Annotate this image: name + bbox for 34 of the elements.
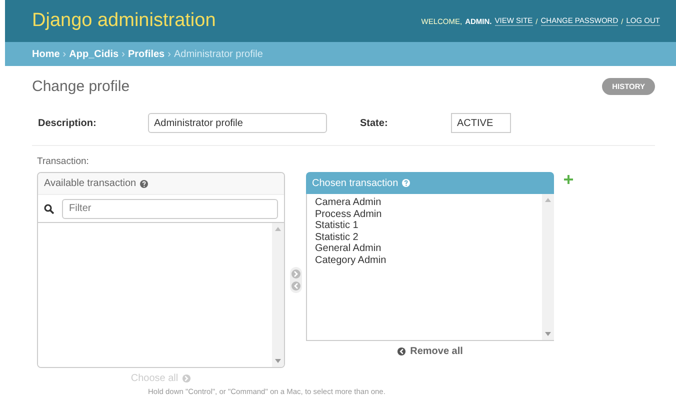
list-option[interactable]: Camera Admin (315, 197, 534, 208)
add-arrow-icon[interactable] (290, 269, 300, 279)
list-option[interactable]: Category Admin (315, 254, 534, 266)
scroll-down-icon[interactable] (545, 332, 551, 336)
panel-title: Chosen transaction (312, 178, 398, 188)
panel-title: Available transaction (44, 178, 136, 189)
scrollbar[interactable] (542, 194, 554, 340)
list-option[interactable]: Statistic 2 (315, 232, 534, 243)
search-icon (44, 204, 54, 214)
breadcrumb-separator: › (122, 48, 125, 60)
chosen-list[interactable]: Camera Admin Process Admin Statistic 1 Statistic 2 General Admin Category Admin (306, 194, 554, 341)
help-icon (140, 180, 148, 188)
filter-field[interactable]: Filter (62, 198, 278, 218)
remove-all-link[interactable]: Remove all (397, 346, 463, 357)
scroll-up-icon[interactable] (275, 227, 281, 231)
field-label: Description: (38, 118, 98, 128)
scroll-down-icon[interactable] (275, 359, 281, 363)
remove-arrow-icon[interactable] (290, 281, 300, 291)
help-icon (402, 179, 410, 187)
state-dropdown[interactable]: ACTIVE (451, 113, 511, 133)
scroll-up-icon[interactable] (545, 198, 551, 202)
scrollbar[interactable] (272, 223, 284, 367)
field-label: State: (360, 118, 389, 128)
field-label: Transaction: (37, 156, 89, 167)
add-icon[interactable] (564, 175, 573, 184)
left-arrow-icon[interactable] (397, 347, 406, 356)
breadcrumb-separator: › (62, 48, 66, 60)
site-title: Django administration (32, 10, 216, 32)
breadcrumb-separator: › (168, 48, 171, 60)
description-field[interactable]: Administrator profile (148, 113, 327, 133)
list-option[interactable]: General Admin (315, 243, 534, 254)
list-option[interactable]: Statistic 1 (315, 220, 534, 232)
list-option[interactable]: Process Admin (315, 208, 534, 220)
page-title: Change profile (32, 78, 130, 95)
